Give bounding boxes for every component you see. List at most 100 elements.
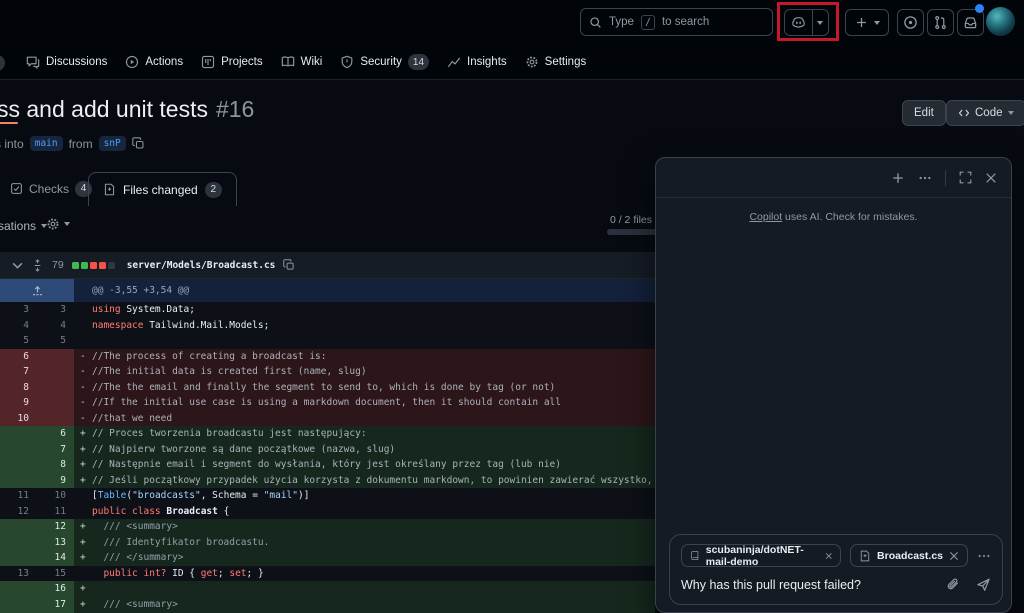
nav-actions[interactable]: Actions <box>125 55 183 69</box>
new-line-number[interactable]: 14 <box>37 550 74 566</box>
new-line-number[interactable]: 7 <box>37 442 74 458</box>
issues-button[interactable] <box>897 9 924 36</box>
remove-chip-icon[interactable] <box>825 551 833 561</box>
diff-rows: @@ -3,55 +3,54 @@33using System.Data;44n… <box>0 279 655 613</box>
more-context-button[interactable] <box>977 549 991 563</box>
chip-label: scubaninja/dotNET-mail-demo <box>706 544 819 568</box>
nav-insights[interactable]: Insights <box>447 55 507 69</box>
file-context-chip[interactable]: Broadcast.cs <box>850 544 968 567</box>
conversations-dropdown[interactable]: sations <box>0 219 47 233</box>
merge-text: s into <box>0 137 24 151</box>
new-line-number[interactable]: 10 <box>37 488 74 504</box>
head-branch-chip[interactable]: snP <box>99 136 126 151</box>
diff-marker: + <box>74 473 92 489</box>
code-line: using System.Data; <box>92 302 655 318</box>
old-line-number[interactable]: 9 <box>0 395 37 411</box>
diff-marker: - <box>74 364 92 380</box>
shield-icon <box>340 55 354 69</box>
new-line-number[interactable] <box>37 380 74 396</box>
old-line-number[interactable]: 6 <box>0 349 37 365</box>
edit-button[interactable]: Edit <box>902 100 946 126</box>
edit-button-label: Edit <box>914 107 934 119</box>
expand-hunk-button[interactable] <box>0 279 74 302</box>
remove-chip-icon[interactable] <box>949 551 959 561</box>
inbox-button[interactable] <box>957 9 984 36</box>
new-line-number[interactable] <box>37 411 74 427</box>
old-line-number[interactable] <box>0 581 37 597</box>
code-line: public int? ID { get; set; } <box>92 566 655 582</box>
old-line-number[interactable]: 10 <box>0 411 37 427</box>
old-line-number[interactable]: 11 <box>0 488 37 504</box>
new-line-number[interactable] <box>37 395 74 411</box>
new-line-number[interactable] <box>37 349 74 365</box>
new-line-number[interactable]: 9 <box>37 473 74 489</box>
pull-requests-button[interactable] <box>927 9 954 36</box>
old-line-number[interactable]: 5 <box>0 333 37 349</box>
copilot-menu-caret[interactable] <box>813 10 828 35</box>
old-line-number[interactable] <box>0 457 37 473</box>
copilot-message-input[interactable] <box>681 578 945 592</box>
copilot-link[interactable]: Copilot <box>749 211 782 223</box>
create-new-button[interactable] <box>845 9 889 36</box>
old-line-number[interactable] <box>0 519 37 535</box>
copilot-button[interactable] <box>784 9 829 36</box>
diffstat-blocks <box>72 262 115 269</box>
unfold-diff-icon[interactable] <box>31 259 44 272</box>
new-line-number[interactable]: 6 <box>37 426 74 442</box>
base-branch-chip[interactable]: main <box>30 136 63 151</box>
nav-security[interactable]: Security 14 <box>340 54 429 70</box>
new-line-number[interactable]: 3 <box>37 302 74 318</box>
tab-checks[interactable]: Checks 4 <box>10 172 92 205</box>
file-path[interactable]: server/Models/Broadcast.cs <box>127 260 276 271</box>
diff-marker <box>74 488 92 504</box>
code-line: public class Broadcast { <box>92 504 655 520</box>
old-line-number[interactable] <box>0 597 37 613</box>
diff-row: 9-//If the initial use case is using a m… <box>0 395 655 411</box>
collapse-file-chevron-icon[interactable] <box>12 260 23 271</box>
nav-projects[interactable]: Projects <box>201 55 263 69</box>
new-line-number[interactable]: 5 <box>37 333 74 349</box>
new-line-number[interactable]: 13 <box>37 535 74 551</box>
copy-path-icon[interactable] <box>283 259 295 271</box>
old-line-number[interactable] <box>0 442 37 458</box>
new-line-number[interactable]: 8 <box>37 457 74 473</box>
old-line-number[interactable] <box>0 473 37 489</box>
diff-settings-button[interactable] <box>46 217 70 231</box>
new-line-number[interactable]: 15 <box>37 566 74 582</box>
nav-discussions[interactable]: Discussions <box>26 55 107 69</box>
new-line-number[interactable]: 12 <box>37 519 74 535</box>
close-panel-button[interactable] <box>985 172 997 184</box>
repo-context-chip[interactable]: scubaninja/dotNET-mail-demo <box>681 544 841 567</box>
search-input[interactable]: Type / to search <box>580 8 773 36</box>
old-line-number[interactable]: 4 <box>0 318 37 334</box>
new-line-number[interactable]: 4 <box>37 318 74 334</box>
diff-row: 7-//The initial data is created first (n… <box>0 364 655 380</box>
attach-file-button[interactable] <box>945 577 960 592</box>
new-line-number[interactable]: 16 <box>37 581 74 597</box>
old-line-number[interactable] <box>0 535 37 551</box>
code-line: /// <summary> <box>92 597 655 613</box>
code-button[interactable]: Code <box>946 100 1024 126</box>
new-line-number[interactable] <box>37 364 74 380</box>
send-button[interactable] <box>976 577 991 592</box>
new-line-number[interactable]: 11 <box>37 504 74 520</box>
old-line-number[interactable]: 13 <box>0 566 37 582</box>
nav-settings[interactable]: Settings <box>525 55 587 69</box>
expand-panel-button[interactable] <box>959 171 972 184</box>
old-line-number[interactable]: 12 <box>0 504 37 520</box>
nav-wiki[interactable]: Wiki <box>281 55 323 69</box>
tab-files-changed[interactable]: Files changed 2 <box>88 172 237 206</box>
new-conversation-button[interactable] <box>891 171 905 185</box>
diff-row: 1315 public int? ID { get; set; } <box>0 566 655 582</box>
old-line-number[interactable]: 7 <box>0 364 37 380</box>
old-line-number[interactable] <box>0 550 37 566</box>
avatar[interactable] <box>986 7 1015 36</box>
diff-row: 9+// Jeśli początkowy przypadek użycia k… <box>0 473 655 489</box>
more-options-button[interactable] <box>918 171 932 185</box>
old-line-number[interactable] <box>0 426 37 442</box>
old-line-number[interactable]: 3 <box>0 302 37 318</box>
new-line-number[interactable]: 17 <box>37 597 74 613</box>
copy-icon[interactable] <box>132 137 145 150</box>
old-line-number[interactable]: 8 <box>0 380 37 396</box>
diff-row: 16+ <box>0 581 655 597</box>
